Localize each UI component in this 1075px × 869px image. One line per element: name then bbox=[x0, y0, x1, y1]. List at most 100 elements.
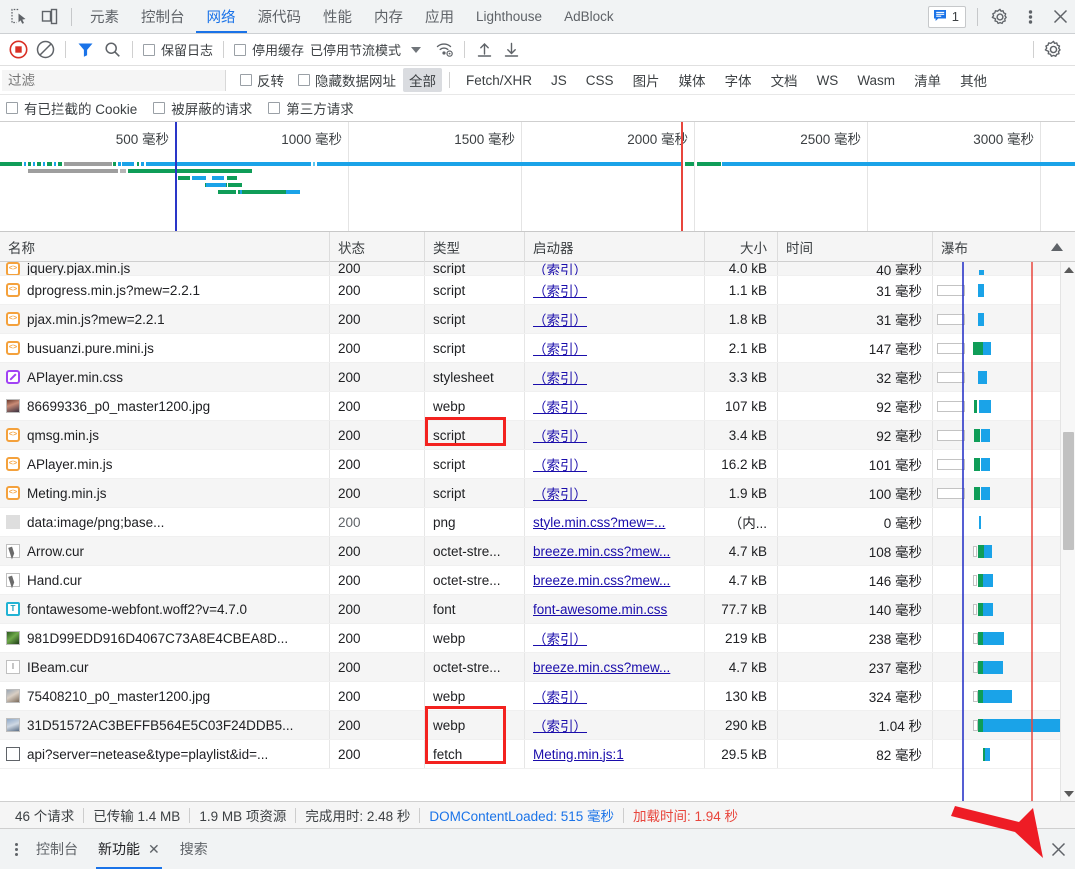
tab-sources[interactable]: 源代码 bbox=[247, 0, 313, 33]
request-list-scrollbar[interactable] bbox=[1060, 262, 1075, 801]
initiator-link[interactable]: （索引） bbox=[533, 425, 587, 445]
initiator-link[interactable]: breeze.min.css?mew... bbox=[533, 573, 670, 588]
network-request-list[interactable]: <>jquery.pjax.min.js200script（索引）4.0 kB4… bbox=[0, 262, 1075, 801]
checkbox-box[interactable] bbox=[298, 74, 310, 86]
blocked-requests-checkbox[interactable]: 被屏蔽的请求 bbox=[153, 98, 252, 118]
table-row[interactable]: 981D99EDD916D4067C73A8E4CBEA8D...200webp… bbox=[0, 624, 1075, 653]
initiator-link[interactable]: breeze.min.css?mew... bbox=[533, 660, 670, 675]
initiator-link[interactable]: breeze.min.css?mew... bbox=[533, 544, 670, 559]
table-row[interactable]: <>APlayer.min.js200script（索引）16.2 kB101 … bbox=[0, 450, 1075, 479]
initiator-link[interactable]: （索引） bbox=[533, 454, 587, 474]
table-row[interactable]: 86699336_p0_master1200.jpg200webp（索引）107… bbox=[0, 392, 1075, 421]
close-icon[interactable]: ✕ bbox=[148, 841, 160, 858]
drawer-more-icon[interactable] bbox=[6, 843, 26, 856]
column-header-size[interactable]: 大小 bbox=[705, 232, 778, 262]
initiator-link[interactable]: （索引） bbox=[533, 309, 587, 329]
tab-network[interactable]: 网络 bbox=[196, 0, 247, 33]
checkbox-box[interactable] bbox=[153, 102, 165, 114]
initiator-link[interactable]: （索引） bbox=[533, 280, 587, 300]
table-row[interactable]: <>jquery.pjax.min.js200script（索引）4.0 kB4… bbox=[0, 262, 1075, 276]
search-icon[interactable] bbox=[99, 37, 126, 63]
column-header-time[interactable]: 时间 bbox=[778, 232, 933, 262]
type-filter-doc[interactable]: 文档 bbox=[765, 68, 804, 92]
column-header-initiator[interactable]: 启动器 bbox=[525, 232, 705, 262]
import-har-icon[interactable] bbox=[471, 37, 498, 63]
close-devtools-icon[interactable] bbox=[1045, 3, 1075, 31]
inspect-element-icon[interactable] bbox=[4, 4, 34, 30]
table-row[interactable]: APlayer.min.css200stylesheet（索引）3.3 kB32… bbox=[0, 363, 1075, 392]
tab-elements[interactable]: 元素 bbox=[79, 0, 130, 33]
network-overview-timeline[interactable]: 500 毫秒 1000 毫秒 1500 毫秒 2000 毫秒 2500 毫秒 3… bbox=[0, 122, 1075, 232]
network-conditions-icon[interactable] bbox=[431, 37, 458, 63]
drawer-close-icon[interactable] bbox=[1041, 832, 1075, 866]
initiator-link[interactable]: （索引） bbox=[533, 338, 587, 358]
record-button[interactable] bbox=[5, 37, 32, 63]
table-row[interactable]: Arrow.cur200octet-stre...breeze.min.css?… bbox=[0, 537, 1075, 566]
initiator-link[interactable]: （索引） bbox=[533, 367, 587, 387]
column-header-name[interactable]: 名称 bbox=[0, 232, 330, 262]
column-header-waterfall[interactable]: 瀑布 bbox=[933, 232, 1075, 262]
type-filter-manifest[interactable]: 清单 bbox=[908, 68, 947, 92]
third-party-checkbox[interactable]: 第三方请求 bbox=[268, 98, 354, 118]
tab-memory[interactable]: 内存 bbox=[363, 0, 414, 33]
type-filter-fetch-xhr[interactable]: Fetch/XHR bbox=[460, 71, 538, 90]
table-row[interactable]: <>dprogress.min.js?mew=2.2.1200script（索引… bbox=[0, 276, 1075, 305]
console-messages-badge[interactable]: 1 bbox=[928, 6, 966, 28]
blocked-cookies-checkbox[interactable]: 有已拦截的 Cookie bbox=[6, 98, 137, 118]
checkbox-box[interactable] bbox=[6, 102, 18, 114]
type-filter-js[interactable]: JS bbox=[545, 71, 573, 90]
column-header-type[interactable]: 类型 bbox=[425, 232, 525, 262]
scroll-down-arrow-icon[interactable] bbox=[1061, 786, 1075, 801]
export-har-icon[interactable] bbox=[498, 37, 525, 63]
initiator-link[interactable]: （索引） bbox=[533, 483, 587, 503]
tab-performance[interactable]: 性能 bbox=[312, 0, 363, 33]
type-filter-all[interactable]: 全部 bbox=[403, 68, 442, 92]
table-row[interactable]: 31D51572AC3BEFFB564E5C03F24DDB5...200web… bbox=[0, 711, 1075, 740]
clear-button[interactable] bbox=[32, 37, 59, 63]
preserve-log-checkbox[interactable]: 保留日志 bbox=[139, 40, 217, 59]
type-filter-ws[interactable]: WS bbox=[811, 71, 845, 90]
more-options-icon[interactable] bbox=[1015, 3, 1045, 31]
initiator-link[interactable]: （索引） bbox=[533, 628, 587, 648]
throttling-selector[interactable]: 已停用节流模式 bbox=[310, 40, 401, 59]
device-toolbar-icon[interactable] bbox=[34, 4, 64, 30]
table-row[interactable]: <>pjax.min.js?mew=2.2.1200script（索引）1.8 … bbox=[0, 305, 1075, 334]
checkbox-box[interactable] bbox=[268, 102, 280, 114]
disable-cache-checkbox[interactable]: 停用缓存 bbox=[230, 40, 308, 59]
hide-data-urls-checkbox[interactable]: 隐藏数据网址 bbox=[298, 70, 396, 90]
initiator-link[interactable]: （索引） bbox=[533, 686, 587, 706]
type-filter-img[interactable]: 图片 bbox=[627, 68, 666, 92]
type-filter-font[interactable]: 字体 bbox=[719, 68, 758, 92]
invert-checkbox[interactable]: 反转 bbox=[240, 70, 284, 90]
type-filter-wasm[interactable]: Wasm bbox=[851, 71, 901, 90]
initiator-link[interactable]: （索引） bbox=[533, 396, 587, 416]
tab-console[interactable]: 控制台 bbox=[130, 0, 196, 33]
checkbox-box[interactable] bbox=[143, 44, 155, 56]
scrollbar-thumb[interactable] bbox=[1063, 432, 1074, 550]
table-row[interactable]: <>busuanzi.pure.mini.js200script（索引）2.1 … bbox=[0, 334, 1075, 363]
checkbox-box[interactable] bbox=[240, 74, 252, 86]
chevron-down-icon[interactable] bbox=[411, 47, 421, 53]
type-filter-other[interactable]: 其他 bbox=[954, 68, 993, 92]
network-settings-gear-icon[interactable] bbox=[1040, 37, 1067, 63]
type-filter-media[interactable]: 媒体 bbox=[673, 68, 712, 92]
table-row[interactable]: <>qmsg.min.js200script（索引）3.4 kB92 毫秒 bbox=[0, 421, 1075, 450]
scroll-up-arrow-icon[interactable] bbox=[1061, 262, 1075, 277]
table-row[interactable]: api?server=netease&type=playlist&id=...2… bbox=[0, 740, 1075, 769]
table-row[interactable]: IIBeam.cur200octet-stre...breeze.min.css… bbox=[0, 653, 1075, 682]
initiator-link[interactable]: （索引） bbox=[533, 262, 587, 275]
type-filter-css[interactable]: CSS bbox=[580, 71, 620, 90]
initiator-link[interactable]: Meting.min.js:1 bbox=[533, 747, 624, 762]
filter-input[interactable] bbox=[2, 70, 226, 91]
initiator-link[interactable]: （索引） bbox=[533, 715, 587, 735]
gear-icon[interactable] bbox=[985, 3, 1015, 31]
tab-lighthouse[interactable]: Lighthouse bbox=[465, 0, 553, 33]
tab-application[interactable]: 应用 bbox=[414, 0, 465, 33]
initiator-link[interactable]: style.min.css?mew=... bbox=[533, 515, 665, 530]
table-row[interactable]: Hand.cur200octet-stre...breeze.min.css?m… bbox=[0, 566, 1075, 595]
drawer-tab-console[interactable]: 控制台 bbox=[26, 830, 88, 869]
initiator-link[interactable]: font-awesome.min.css bbox=[533, 602, 667, 617]
tab-adblock[interactable]: AdBlock bbox=[553, 0, 625, 33]
drawer-tab-search[interactable]: 搜索 bbox=[170, 830, 218, 869]
drawer-tab-whats-new[interactable]: 新功能 ✕ bbox=[88, 830, 170, 869]
